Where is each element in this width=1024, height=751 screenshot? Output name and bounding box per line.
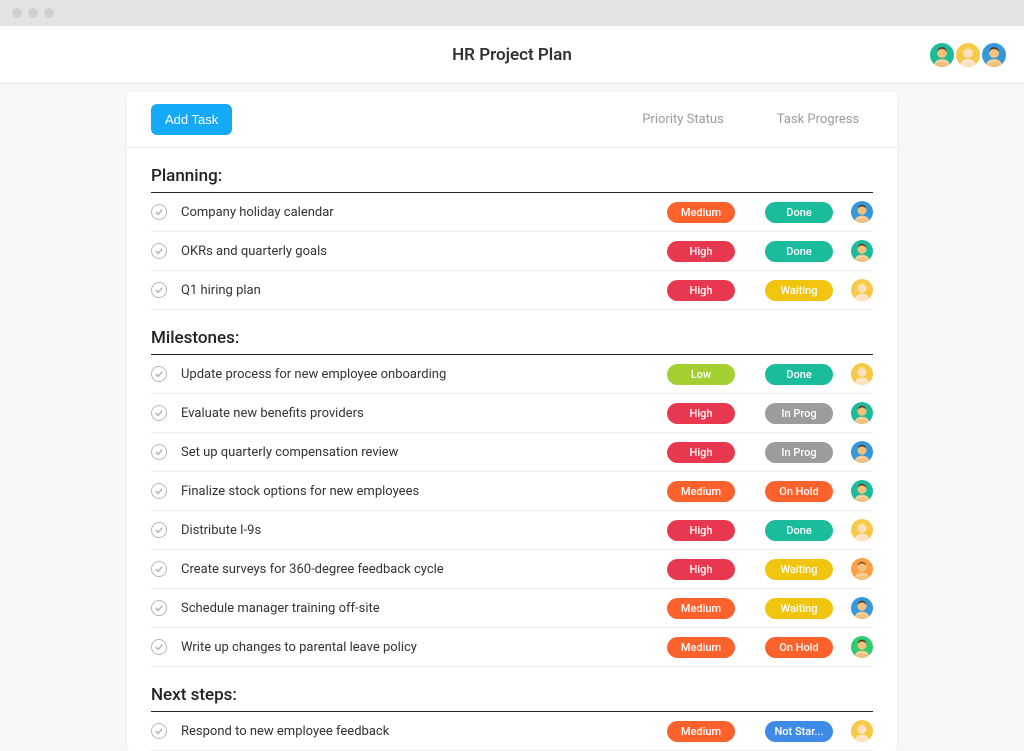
task-row[interactable]: Distribute I-9sHigh Done xyxy=(151,511,873,550)
window-chrome xyxy=(0,0,1024,26)
task-row[interactable]: Update process for new employee onboardi… xyxy=(151,355,873,394)
task-name: Create surveys for 360-degree feedback c… xyxy=(181,562,667,577)
check-circle-icon[interactable] xyxy=(151,204,167,220)
check-circle-icon[interactable] xyxy=(151,366,167,382)
status-pill[interactable]: In Prog xyxy=(765,442,833,463)
task-name: OKRs and quarterly goals xyxy=(181,244,667,259)
task-name: Company holiday calendar xyxy=(181,205,667,220)
task-name: Schedule manager training off-site xyxy=(181,601,667,616)
section: Next steps:Respond to new employee feedb… xyxy=(127,667,897,751)
status-pill[interactable]: On Hold xyxy=(765,481,833,502)
check-circle-icon[interactable] xyxy=(151,483,167,499)
traffic-light-minimize-icon[interactable] xyxy=(28,8,38,18)
status-pill[interactable]: Done xyxy=(765,241,833,262)
assignee-avatar[interactable] xyxy=(851,519,873,541)
assignee-avatar[interactable] xyxy=(851,720,873,742)
task-row[interactable]: Finalize stock options for new employees… xyxy=(151,472,873,511)
assignee-avatar[interactable] xyxy=(851,558,873,580)
task-name: Finalize stock options for new employees xyxy=(181,484,667,499)
priority-pill[interactable]: High xyxy=(667,403,735,424)
status-pill[interactable]: In Prog xyxy=(765,403,833,424)
assignee-avatar[interactable] xyxy=(851,363,873,385)
status-pill[interactable]: Waiting xyxy=(765,598,833,619)
check-circle-icon[interactable] xyxy=(151,561,167,577)
priority-pill[interactable]: Medium xyxy=(667,481,735,502)
assignee-avatar[interactable] xyxy=(851,201,873,223)
priority-pill[interactable]: Medium xyxy=(667,598,735,619)
avatar[interactable] xyxy=(982,43,1006,67)
avatar[interactable] xyxy=(956,43,980,67)
check-circle-icon[interactable] xyxy=(151,243,167,259)
task-name: Q1 hiring plan xyxy=(181,283,667,298)
task-row[interactable]: Write up changes to parental leave polic… xyxy=(151,628,873,667)
task-row[interactable]: Set up quarterly compensation reviewHigh… xyxy=(151,433,873,472)
task-row[interactable]: Q1 hiring planHigh Waiting xyxy=(151,271,873,310)
section: Milestones: Update process for new employ… xyxy=(127,310,897,667)
add-task-button[interactable]: Add Task xyxy=(151,104,232,135)
task-name: Set up quarterly compensation review xyxy=(181,445,667,460)
task-row[interactable]: Evaluate new benefits providersHigh In Pr… xyxy=(151,394,873,433)
task-row[interactable]: OKRs and quarterly goalsHigh Done xyxy=(151,232,873,271)
column-header-priority: Priority Status xyxy=(633,112,733,127)
panel-toolbar: Add Task Priority Status Task Progress xyxy=(127,92,897,148)
assignee-avatar[interactable] xyxy=(851,480,873,502)
check-circle-icon[interactable] xyxy=(151,444,167,460)
priority-pill[interactable]: Low xyxy=(667,364,735,385)
check-circle-icon[interactable] xyxy=(151,600,167,616)
header-avatars xyxy=(930,43,1006,67)
task-name: Respond to new employee feedback xyxy=(181,724,667,739)
assignee-avatar[interactable] xyxy=(851,279,873,301)
assignee-avatar[interactable] xyxy=(851,597,873,619)
status-pill[interactable]: Done xyxy=(765,364,833,385)
section-title: Milestones: xyxy=(151,314,873,355)
status-pill[interactable]: Waiting xyxy=(765,559,833,580)
task-name: Write up changes to parental leave polic… xyxy=(181,640,667,655)
status-pill[interactable]: Waiting xyxy=(765,280,833,301)
check-circle-icon[interactable] xyxy=(151,282,167,298)
task-row[interactable]: Company holiday calendarMedium Done xyxy=(151,193,873,232)
section: Planning: Company holiday calendarMedium D… xyxy=(127,148,897,310)
check-circle-icon[interactable] xyxy=(151,405,167,421)
priority-pill[interactable]: High xyxy=(667,241,735,262)
task-row[interactable]: Respond to new employee feedbackMedium No… xyxy=(151,712,873,751)
status-pill[interactable]: On Hold xyxy=(765,637,833,658)
task-row[interactable]: Schedule manager training off-siteMedium… xyxy=(151,589,873,628)
task-name: Distribute I-9s xyxy=(181,523,667,538)
section-title: Next steps: xyxy=(151,671,873,712)
assignee-avatar[interactable] xyxy=(851,240,873,262)
main-panel: Add Task Priority Status Task Progress P… xyxy=(127,92,897,751)
task-row[interactable]: Create surveys for 360-degree feedback c… xyxy=(151,550,873,589)
task-name: Update process for new employee onboardi… xyxy=(181,367,667,382)
priority-pill[interactable]: High xyxy=(667,442,735,463)
status-pill[interactable]: Not Star... xyxy=(765,721,833,742)
assignee-avatar[interactable] xyxy=(851,402,873,424)
check-circle-icon[interactable] xyxy=(151,723,167,739)
avatar[interactable] xyxy=(930,43,954,67)
priority-pill[interactable]: Medium xyxy=(667,202,735,223)
assignee-avatar[interactable] xyxy=(851,636,873,658)
column-header-progress: Task Progress xyxy=(763,112,873,127)
traffic-light-close-icon[interactable] xyxy=(12,8,22,18)
assignee-avatar[interactable] xyxy=(851,441,873,463)
traffic-light-zoom-icon[interactable] xyxy=(44,8,54,18)
status-pill[interactable]: Done xyxy=(765,202,833,223)
check-circle-icon[interactable] xyxy=(151,522,167,538)
priority-pill[interactable]: High xyxy=(667,280,735,301)
status-pill[interactable]: Done xyxy=(765,520,833,541)
section-title: Planning: xyxy=(151,152,873,193)
page-title: HR Project Plan xyxy=(452,45,572,65)
task-name: Evaluate new benefits providers xyxy=(181,406,667,421)
priority-pill[interactable]: Medium xyxy=(667,637,735,658)
app-header: HR Project Plan xyxy=(0,26,1024,84)
priority-pill[interactable]: Medium xyxy=(667,721,735,742)
sections-container: Planning:Company holiday calendarMediumD… xyxy=(127,148,897,751)
priority-pill[interactable]: High xyxy=(667,559,735,580)
priority-pill[interactable]: High xyxy=(667,520,735,541)
